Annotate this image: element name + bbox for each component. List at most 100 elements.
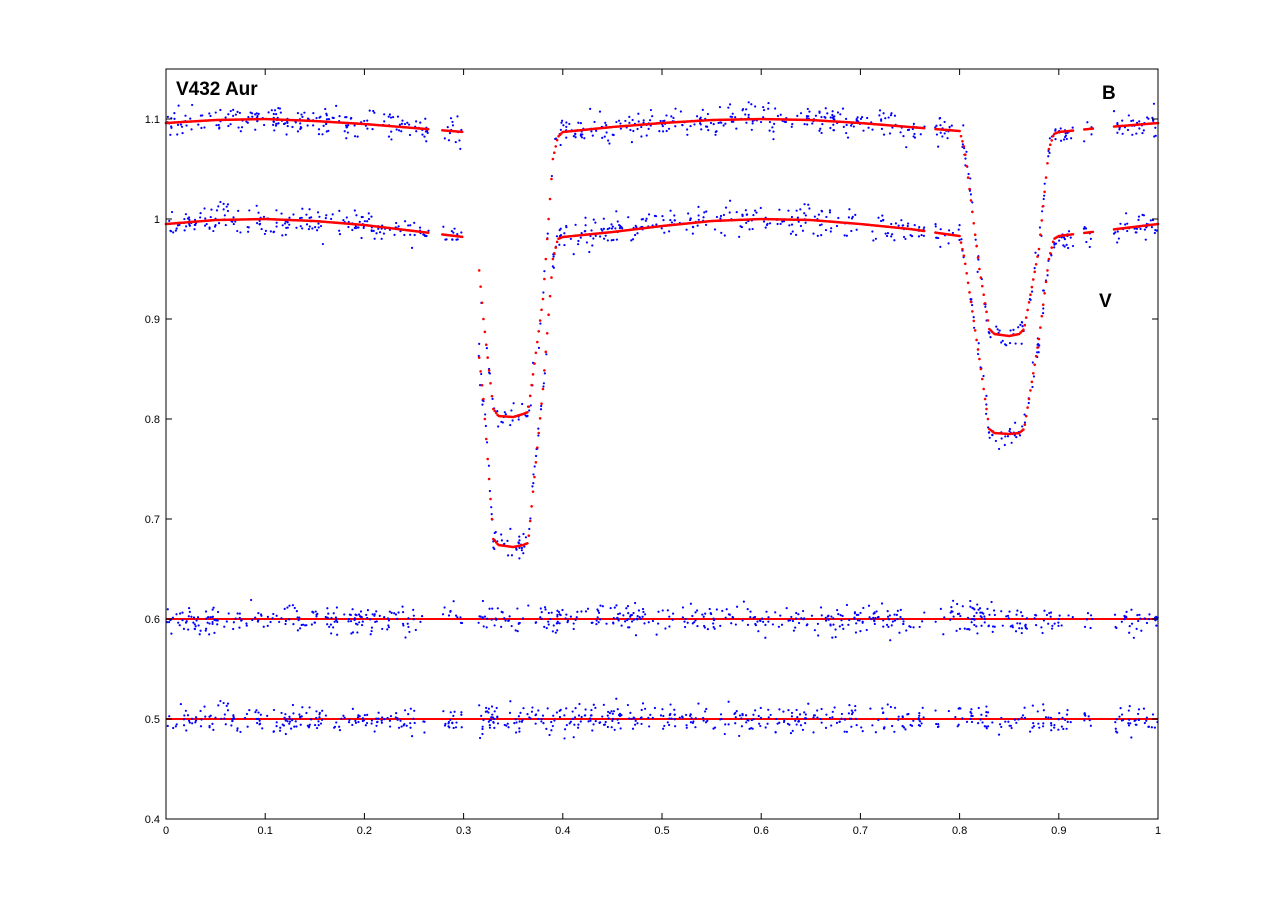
observation-point (251, 115, 254, 118)
residual-point (981, 721, 984, 724)
observation-point (866, 116, 869, 120)
residual-point (225, 620, 228, 623)
observation-point (217, 222, 221, 225)
residual-point (539, 607, 542, 610)
observation-point (353, 209, 356, 212)
residual-point (667, 723, 671, 727)
residual-point (190, 717, 194, 720)
observation-point (286, 124, 289, 128)
residual-point (719, 713, 723, 716)
residual-point (361, 623, 364, 627)
residual-point (723, 732, 726, 736)
residual-point (636, 615, 639, 618)
model-point (969, 300, 973, 304)
observation-point (884, 232, 887, 235)
residual-point (351, 707, 354, 711)
observation-point (890, 112, 893, 115)
residual-point (840, 619, 843, 622)
residual-point (632, 611, 635, 615)
observation-point (222, 202, 225, 205)
residual-point (540, 720, 543, 723)
observation-point (734, 116, 737, 119)
residual-point (1151, 713, 1155, 716)
residual-point (983, 615, 986, 618)
residual-point (1066, 720, 1069, 723)
observation-point (373, 111, 376, 114)
residual-point (790, 715, 794, 718)
residual-point (460, 711, 463, 714)
observation-point (300, 113, 303, 116)
residual-point (246, 725, 249, 728)
residual-point (423, 731, 426, 734)
residual-point (1067, 614, 1070, 617)
residual-point (891, 620, 895, 623)
observation-point (380, 237, 383, 240)
residual-point (620, 714, 623, 717)
residual-point (362, 719, 366, 722)
observation-point (351, 228, 354, 232)
observation-point (1135, 132, 1138, 135)
observation-point (294, 121, 297, 124)
observation-point (872, 239, 875, 242)
residual-point (389, 714, 393, 718)
residual-point (288, 604, 291, 607)
model-point (963, 153, 967, 157)
model-point (922, 126, 926, 130)
observation-point (1021, 325, 1024, 328)
residual-point (332, 626, 335, 629)
residual-point (293, 725, 296, 728)
observation-point (750, 128, 753, 131)
residual-point (702, 615, 705, 618)
residual-point (794, 617, 798, 620)
observation-point (1070, 137, 1073, 140)
model-point (490, 517, 494, 521)
residual-point (759, 724, 762, 728)
residual-point (1018, 622, 1022, 625)
model-point (959, 134, 963, 138)
observation-point (654, 215, 658, 218)
residual-point (1137, 712, 1140, 716)
model-point (1044, 176, 1048, 179)
residual-point (859, 611, 862, 615)
model-point (1041, 204, 1045, 208)
residual-point (791, 619, 795, 623)
residual-point (515, 721, 518, 724)
residual-point (713, 627, 716, 630)
observation-point (689, 217, 692, 220)
residual-point (547, 611, 550, 615)
observation-point (836, 111, 840, 114)
residual-point (1021, 714, 1025, 717)
observation-point (456, 115, 459, 118)
residual-point (807, 702, 810, 705)
residual-point (243, 716, 247, 720)
residual-point (399, 719, 402, 722)
observation-point (366, 119, 369, 122)
residual-point (1087, 715, 1090, 718)
residual-point (985, 710, 988, 714)
residual-point (527, 604, 530, 607)
residual-point (988, 613, 991, 616)
residual-point (804, 713, 807, 716)
residual-point (712, 622, 715, 625)
observation-point (750, 103, 753, 106)
model-point (540, 402, 543, 405)
residual-point (1023, 716, 1027, 719)
residual-point (216, 610, 220, 614)
observation-point (272, 120, 275, 123)
residual-point (383, 717, 386, 721)
observation-point (1014, 421, 1017, 424)
model-point (479, 370, 482, 373)
residual-point (847, 623, 850, 626)
residual-point (798, 713, 802, 716)
observation-point (920, 233, 923, 237)
residual-point (563, 737, 566, 740)
residual-point (712, 618, 716, 622)
observation-point (719, 214, 723, 218)
model-point (958, 234, 961, 238)
model-point (1048, 251, 1052, 255)
residual-point (400, 725, 403, 728)
residual-point (1015, 721, 1018, 724)
residual-point (375, 724, 378, 727)
observation-point (592, 218, 595, 221)
y-tick-label: 1.1 (145, 114, 160, 126)
